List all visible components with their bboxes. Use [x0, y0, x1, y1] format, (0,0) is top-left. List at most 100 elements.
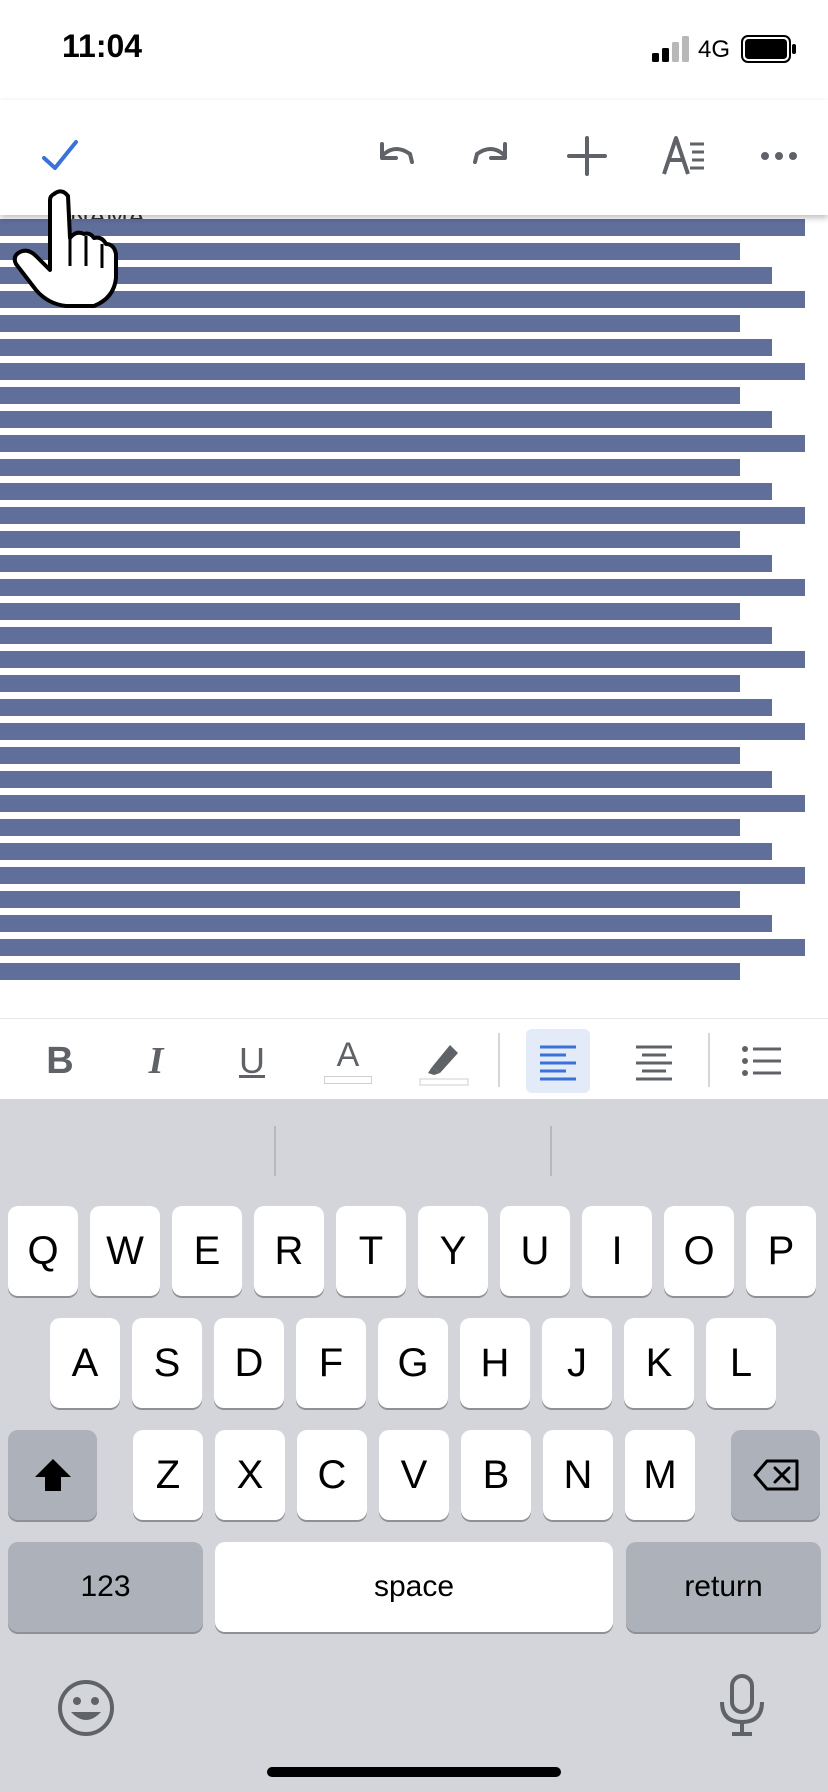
underline-label: U — [239, 1040, 265, 1081]
align-center-button[interactable] — [622, 1029, 686, 1093]
selected-text-line — [0, 915, 772, 932]
selected-text-line — [0, 795, 805, 812]
numbers-key[interactable]: 123 — [8, 1542, 203, 1632]
document-toolbar — [0, 100, 828, 215]
selected-text-line — [0, 531, 740, 548]
key-f[interactable]: F — [296, 1318, 366, 1408]
key-o[interactable]: O — [664, 1206, 734, 1296]
selected-text-line — [0, 939, 805, 956]
align-center-icon — [636, 1045, 672, 1081]
selected-text-line — [0, 387, 740, 404]
return-key[interactable]: return — [626, 1542, 821, 1632]
underline-button[interactable]: U — [220, 1029, 284, 1093]
space-key[interactable]: space — [215, 1542, 613, 1632]
marker-icon — [419, 1045, 469, 1086]
key-n[interactable]: N — [543, 1430, 613, 1520]
format-divider — [708, 1033, 710, 1087]
status-time: 11:04 — [62, 28, 143, 64]
highlight-button[interactable] — [412, 1029, 476, 1093]
emoji-icon — [58, 1680, 114, 1736]
selected-text-line — [0, 843, 772, 860]
dictation-button[interactable] — [718, 1674, 766, 1736]
emoji-button[interactable] — [56, 1678, 116, 1738]
selected-text-line — [0, 747, 740, 764]
bulleted-list-icon — [742, 1046, 781, 1076]
key-q[interactable]: Q — [8, 1206, 78, 1296]
key-a[interactable]: A — [50, 1318, 120, 1408]
key-v[interactable]: V — [379, 1430, 449, 1520]
suggestion-divider — [550, 1126, 552, 1176]
selected-text-line — [0, 891, 740, 908]
selected-text-line — [0, 867, 805, 884]
signal-strength-icon — [652, 36, 689, 62]
key-l[interactable]: L — [706, 1318, 776, 1408]
selected-text-line — [0, 483, 772, 500]
text-color-swatch — [324, 1076, 372, 1084]
key-e[interactable]: E — [172, 1206, 242, 1296]
redo-button[interactable] — [463, 128, 519, 184]
key-x[interactable]: X — [215, 1430, 285, 1520]
align-left-button[interactable] — [526, 1029, 590, 1093]
italic-button[interactable]: I — [124, 1029, 188, 1093]
delete-key[interactable] — [731, 1430, 820, 1520]
insert-button[interactable] — [559, 128, 615, 184]
shift-icon — [34, 1459, 71, 1491]
selected-text-line — [0, 627, 772, 644]
keyboard: QWERTYUIOP ASDFGHJKL ZXCVBNM 123 space r… — [0, 1098, 828, 1792]
italic-label: I — [148, 1040, 164, 1082]
backspace-icon — [753, 1459, 798, 1491]
key-k[interactable]: K — [624, 1318, 694, 1408]
more-options-button[interactable] — [751, 128, 807, 184]
selected-text-line — [0, 771, 772, 788]
redo-icon — [473, 142, 507, 164]
key-u[interactable]: U — [500, 1206, 570, 1296]
key-h[interactable]: H — [460, 1318, 530, 1408]
key-g[interactable]: G — [378, 1318, 448, 1408]
text-format-icon — [662, 136, 704, 175]
format-divider — [498, 1033, 500, 1087]
text-format-button[interactable] — [656, 128, 712, 184]
key-y[interactable]: Y — [418, 1206, 488, 1296]
selected-text-line — [0, 675, 740, 692]
selected-text-line — [0, 603, 740, 620]
formatting-bar: B I U A — [0, 1018, 828, 1099]
bold-button[interactable]: B — [28, 1029, 92, 1093]
undo-button[interactable] — [368, 128, 424, 184]
document-body[interactable]: NAMA — [0, 215, 828, 1005]
selected-text-line — [0, 507, 805, 524]
selected-text-line — [0, 723, 805, 740]
selected-text-line — [0, 963, 740, 980]
text-color-label: A — [336, 1036, 360, 1074]
key-j[interactable]: J — [542, 1318, 612, 1408]
hand-pointer-icon — [12, 189, 118, 308]
selected-text-line — [0, 819, 740, 836]
selected-text-line — [0, 339, 772, 356]
done-button[interactable] — [32, 128, 88, 184]
bold-label: B — [46, 1039, 74, 1082]
selected-text-line — [0, 459, 740, 476]
shift-key[interactable] — [8, 1430, 97, 1520]
selected-text-line — [0, 315, 740, 332]
network-type: 4G — [698, 36, 731, 63]
key-r[interactable]: R — [254, 1206, 324, 1296]
selected-text-line — [0, 291, 805, 308]
selected-text-line — [0, 555, 772, 572]
selected-text-line — [0, 699, 772, 716]
microphone-icon — [720, 1674, 764, 1736]
key-z[interactable]: Z — [133, 1430, 203, 1520]
key-w[interactable]: W — [90, 1206, 160, 1296]
key-c[interactable]: C — [297, 1430, 367, 1520]
key-p[interactable]: P — [746, 1206, 816, 1296]
key-i[interactable]: I — [582, 1206, 652, 1296]
key-s[interactable]: S — [132, 1318, 202, 1408]
bulleted-list-button[interactable] — [730, 1029, 794, 1093]
home-indicator[interactable] — [267, 1767, 561, 1777]
selected-text-line — [0, 219, 805, 236]
key-b[interactable]: B — [461, 1430, 531, 1520]
battery-icon — [741, 35, 796, 63]
selected-text-line — [0, 651, 805, 668]
text-color-button[interactable]: A — [316, 1029, 380, 1093]
key-m[interactable]: M — [625, 1430, 695, 1520]
key-d[interactable]: D — [214, 1318, 284, 1408]
key-t[interactable]: T — [336, 1206, 406, 1296]
